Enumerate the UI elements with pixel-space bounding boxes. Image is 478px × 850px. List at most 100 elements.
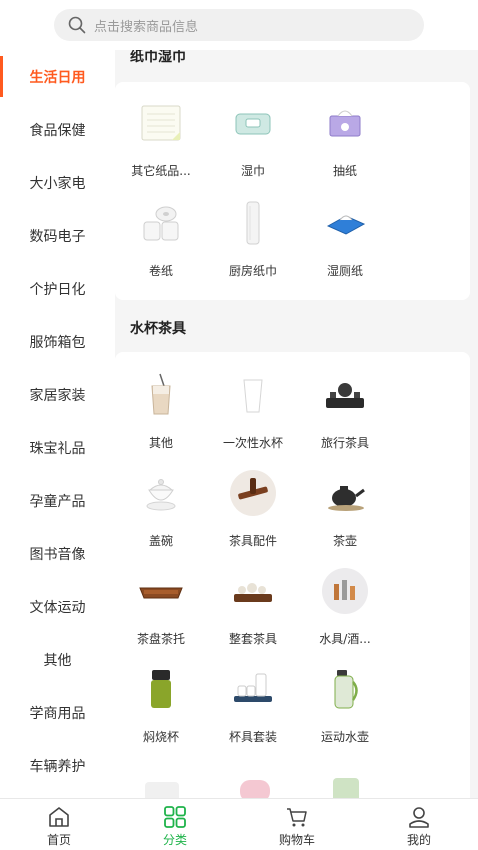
- user-icon: [409, 807, 429, 828]
- category-item[interactable]: 一次性水杯: [207, 372, 299, 467]
- category-content: 纸巾湿巾 其它纸品... 湿巾 抽纸 卷纸 厨房纸巾 湿厕纸 水杯茶具 其他 一…: [115, 50, 478, 798]
- wet-wipes-icon: [235, 113, 271, 135]
- tissue-box-icon: [329, 110, 361, 137]
- glass-cup-icon: [151, 373, 171, 415]
- tea-accessory-icon: [230, 470, 276, 516]
- paper-cup-icon: [243, 379, 263, 413]
- sidebar-item-label: 食品保健: [29, 122, 86, 139]
- category-item[interactable]: 运动水壶: [299, 666, 391, 761]
- category-label: 湿厕纸: [326, 264, 363, 278]
- paper-pad-icon: [141, 105, 181, 141]
- category-item[interactable]: 湿巾: [207, 100, 299, 195]
- category-page: 点击搜索商品信息 生活日用 食品保健 大小家电 数码电子 个护日化 服饰箱包 家…: [0, 0, 478, 850]
- category-label: 运动水壶: [320, 730, 369, 744]
- category-item[interactable]: 厨房纸巾: [207, 200, 299, 295]
- category-item[interactable]: 卷纸: [115, 200, 207, 295]
- category-item[interactable]: 旅行茶具: [299, 372, 391, 467]
- tab-label: 分类: [162, 833, 187, 847]
- sidebar-item-label: 数码电子: [29, 228, 86, 245]
- sidebar-item-label: 生活日用: [29, 69, 86, 86]
- bottom-tab-bar: 首页 分类 购物车 我的: [0, 798, 478, 850]
- next-row-thumb: [333, 778, 359, 798]
- sidebar-item-label: 文体运动: [29, 599, 86, 616]
- sidebar-item-office[interactable]: 学商用品: [0, 686, 115, 739]
- search-input[interactable]: 点击搜索商品信息: [54, 9, 424, 41]
- sidebar-item-apparel[interactable]: 服饰箱包: [0, 315, 115, 368]
- category-label: 焖烧杯: [142, 730, 179, 744]
- tab-cart[interactable]: 购物车: [257, 799, 337, 850]
- lidded-bowl-icon: [146, 479, 176, 511]
- category-item[interactable]: 抽纸: [299, 100, 391, 195]
- search-placeholder: 点击搜索商品信息: [94, 19, 199, 35]
- sidebar-item-food-health[interactable]: 食品保健: [0, 103, 115, 156]
- category-label: 茶盘茶托: [136, 632, 185, 646]
- sidebar-item-baby[interactable]: 孕童产品: [0, 474, 115, 527]
- sidebar-item-label: 珠宝礼品: [29, 440, 86, 457]
- sidebar-item-label: 孕童产品: [29, 493, 86, 510]
- category-label: 旅行茶具: [320, 436, 369, 450]
- teapot-icon: [328, 486, 365, 511]
- section-title: 纸巾湿巾: [130, 50, 186, 65]
- category-item[interactable]: 茶盘茶托: [115, 568, 207, 663]
- sidebar-item-label: 服饰箱包: [29, 334, 86, 351]
- category-label: 盖碗: [148, 534, 173, 548]
- drinkware-set-icon: [322, 568, 368, 614]
- sidebar-item-label: 其他: [43, 652, 72, 669]
- category-item[interactable]: 其它纸品...: [115, 100, 207, 195]
- sidebar-item-label: 学商用品: [29, 705, 86, 722]
- tab-home[interactable]: 首页: [19, 799, 99, 850]
- tab-category[interactable]: 分类: [135, 799, 215, 850]
- category-item[interactable]: 其他: [115, 372, 207, 467]
- sidebar-item-label: 家居家装: [29, 387, 86, 404]
- top-bar: 点击搜索商品信息: [0, 0, 478, 50]
- category-label: 水具/酒...: [319, 632, 371, 646]
- sidebar-item-books[interactable]: 图书音像: [0, 527, 115, 580]
- wet-toilet-paper-icon: [326, 215, 366, 235]
- sidebar-item-car-care[interactable]: 车辆养护: [0, 739, 115, 792]
- category-item[interactable]: 盖碗: [115, 470, 207, 565]
- category-item[interactable]: 焖烧杯: [115, 666, 207, 761]
- category-sidebar: 生活日用 食品保健 大小家电 数码电子 个护日化 服饰箱包 家居家装 珠宝礼品 …: [0, 50, 115, 798]
- section-card-paper: 其它纸品... 湿巾 抽纸 卷纸 厨房纸巾 湿厕纸: [115, 82, 470, 300]
- category-label: 杯具套装: [228, 730, 277, 744]
- tab-label: 首页: [46, 833, 71, 847]
- category-label: 厨房纸巾: [228, 264, 277, 278]
- home-icon: [49, 807, 69, 827]
- cup-set-icon: [234, 673, 272, 702]
- sidebar-item-sports[interactable]: 文体运动: [0, 580, 115, 633]
- sidebar-item-daily-use[interactable]: 生活日用: [0, 50, 115, 103]
- category-item[interactable]: 茶具配件: [207, 470, 299, 565]
- sidebar-item-label: 图书音像: [29, 546, 86, 563]
- category-label: 湿巾: [240, 164, 265, 178]
- category-label: 抽纸: [332, 164, 357, 178]
- sports-bottle-icon: [334, 670, 358, 709]
- section-title: 水杯茶具: [130, 321, 186, 337]
- sidebar-item-other[interactable]: 其他: [0, 633, 115, 686]
- sidebar-item-personal-care[interactable]: 个护日化: [0, 262, 115, 315]
- category-label: 整套茶具: [228, 632, 277, 646]
- category-item[interactable]: 杯具套装: [207, 666, 299, 761]
- full-tea-set-icon: [234, 583, 272, 602]
- sidebar-item-appliances[interactable]: 大小家电: [0, 156, 115, 209]
- category-item[interactable]: 湿厕纸: [299, 200, 391, 295]
- section-card-drinkware: 其他 一次性水杯 旅行茶具 盖碗 茶具配件 茶壶 茶盘茶托 整套茶具 水具/酒.…: [115, 352, 470, 798]
- next-row-thumb: [240, 780, 270, 798]
- sidebar-item-jewelry[interactable]: 珠宝礼品: [0, 421, 115, 474]
- next-row-thumb: [145, 782, 179, 798]
- category-label: 卷纸: [148, 264, 173, 278]
- category-label: 茶壶: [332, 534, 357, 548]
- category-item[interactable]: 整套茶具: [207, 568, 299, 663]
- sidebar-item-digital[interactable]: 数码电子: [0, 209, 115, 262]
- travel-tea-set-icon: [326, 383, 364, 408]
- category-label: 其他: [148, 436, 173, 450]
- sidebar-item-home[interactable]: 家居家装: [0, 368, 115, 421]
- category-item[interactable]: 茶壶: [299, 470, 391, 565]
- toilet-roll-icon: [143, 206, 179, 241]
- tab-label: 我的: [406, 833, 431, 847]
- cart-icon: [287, 808, 307, 827]
- category-item[interactable]: 水具/酒...: [299, 568, 391, 663]
- category-label: 其它纸品...: [131, 164, 191, 178]
- tab-mine[interactable]: 我的: [379, 799, 459, 850]
- category-label: 茶具配件: [228, 534, 277, 548]
- sidebar-item-label: 车辆养护: [29, 758, 86, 775]
